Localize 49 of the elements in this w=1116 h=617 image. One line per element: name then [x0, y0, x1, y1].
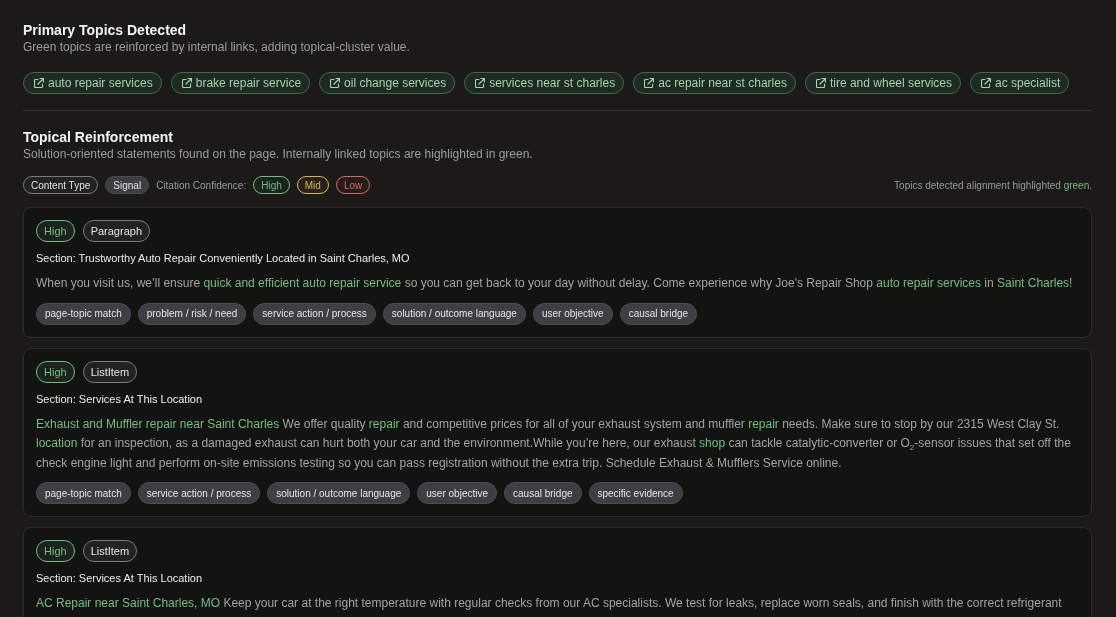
legend-note: Topics detected alignment highlighted green. [894, 179, 1092, 191]
signal-tag: causal bridge [619, 302, 698, 325]
topic-link[interactable]: ac repair near st charles [633, 72, 796, 94]
signal-tag: specific evidence [588, 482, 683, 504]
confidence-tag: High [36, 220, 75, 242]
signal-tag: causal bridge [504, 482, 582, 504]
section-label: Section: Services At This Location [36, 571, 204, 585]
signal-tag: user objective [417, 482, 497, 504]
signal-tag: service action / process [137, 482, 261, 504]
signal-tag: problem / risk / need [137, 302, 247, 325]
topic-link[interactable]: ac specialist [970, 72, 1070, 94]
signal-tag: service action / process [253, 302, 376, 325]
external-link-icon [181, 78, 192, 88]
topic-link[interactable]: brake repair service [170, 72, 311, 94]
external-link-icon [981, 78, 991, 88]
content-type-tag: Paragraph [82, 220, 150, 242]
signal-tag: user objective [532, 302, 613, 325]
external-link-icon [644, 78, 655, 88]
topic-link[interactable]: services near st charles [464, 72, 625, 94]
confidence-tag: High [253, 176, 290, 194]
statement-text: When you visit us, we’ll ensure quick and efficient auto repair service so you can get back to your day without delay. Come experience why Joe's Repair Shop auto repair services in Saint Charles! [36, 275, 1074, 292]
content-type-tag: ListItem [82, 540, 138, 562]
section-title: Topical Reinforcement [23, 128, 173, 147]
section-label: Section: Services At This Location [36, 391, 204, 406]
confidence-tag: High [36, 540, 75, 562]
signal-tag: solution / outcome language [267, 482, 411, 504]
external-link-icon [815, 78, 826, 88]
topic-link[interactable]: oil change services [319, 72, 456, 94]
section-subtitle: Green topics are reinforced by internal links, adding topical-cluster value. [23, 40, 410, 55]
confidence-tag: High [36, 360, 75, 383]
external-link-icon [475, 78, 486, 88]
section-subtitle: Solution-oriented statements found on the page. Internally linked topics are highlighted in green. [23, 147, 533, 162]
content-type-tag: ListItem [82, 360, 138, 383]
topic-link[interactable]: tire and wheel services [804, 72, 961, 94]
confidence-tag: Low [335, 176, 371, 194]
legend-tag: Signal [105, 176, 150, 194]
confidence-tag: Mid [296, 176, 329, 194]
legend-tag: Content Type [23, 176, 99, 194]
external-link-icon [330, 78, 341, 88]
section-label: Section: Trustworthy Auto Repair Conveniently Located in Saint Charles, MO [36, 251, 411, 265]
topic-link[interactable]: auto repair services [23, 72, 162, 94]
external-link-icon [34, 78, 44, 88]
statement-text: Exhaust and Muffler repair near Saint Charles We offer quality repair and competitive prices for all of your exhaust system and muffler repair needs. Make sure to stop by our 2315 West Clay St. location for an inspection, as a damaged exhaust can hurt both your car and the environment.While you’re here, our exhaust shop can tackle catalytic-converter or O$_{2}$-sensor issues that set off the check engine light and perform on-site emissions testing so you can pass registration without the extra trip. Schedule Exhaust & Mufflers Service online. [36, 415, 1072, 472]
signal-tag: page-topic match [36, 302, 131, 325]
signal-tag: page-topic match [36, 482, 131, 504]
signal-tag: solution / outcome language [382, 302, 526, 325]
statement-text: AC Repair near Saint Charles, MO Keep your car at the right temperature with regular checks from our AC specialists. We test for leaks, replace worn seals, and finish with the correct refrigerant [36, 595, 1063, 612]
section-title: Primary Topics Detected [23, 21, 187, 40]
legend-label: Citation Confidence: [156, 179, 247, 191]
